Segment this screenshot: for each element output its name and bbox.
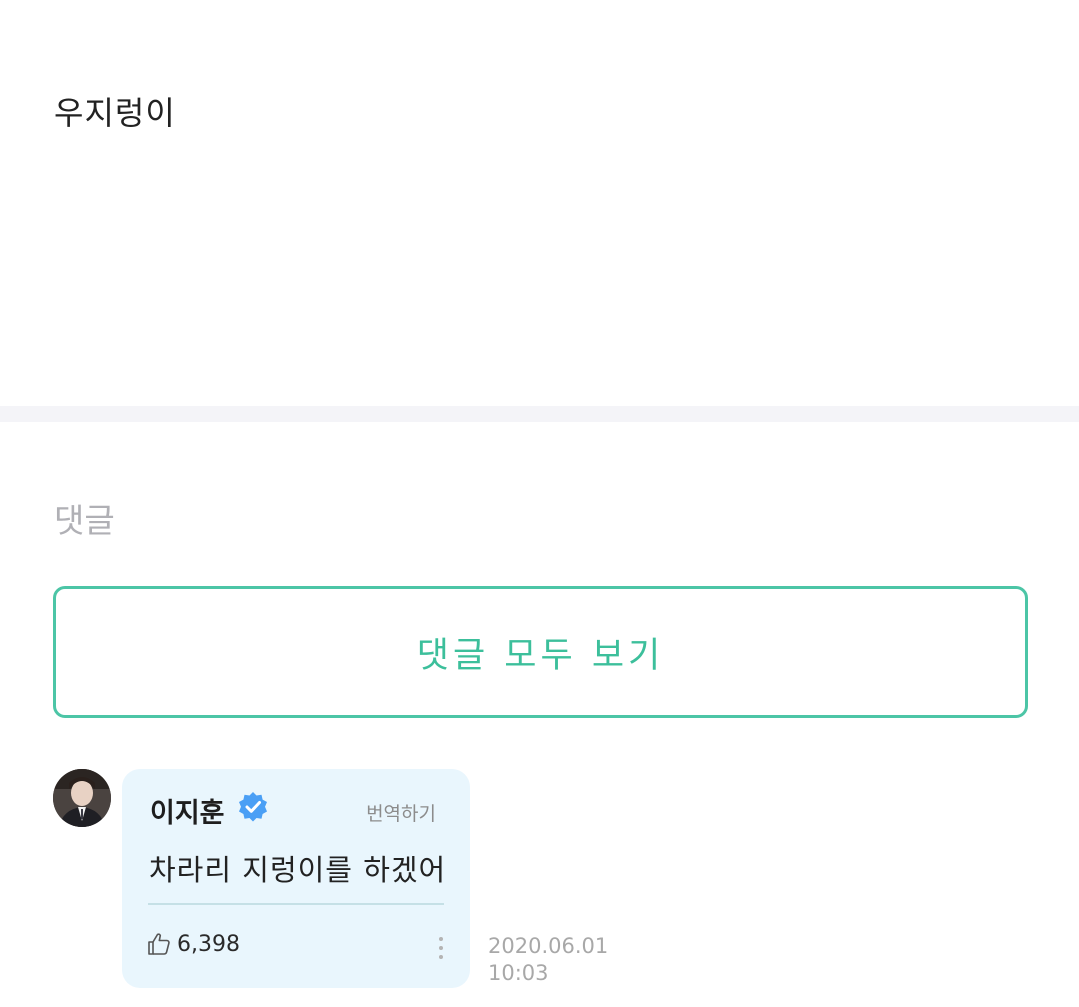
comment-date: 2020.06.01 (488, 934, 609, 958)
verified-badge-icon (239, 792, 267, 822)
thumbs-up-icon (148, 933, 170, 955)
avatar-image (53, 769, 111, 827)
post-body-text: 우지렁이 (54, 94, 176, 132)
section-divider (0, 406, 1079, 422)
like-count: 6,398 (177, 931, 240, 957)
view-all-comments-button[interactable]: 댓글 모두 보기 (53, 586, 1028, 718)
avatar[interactable] (53, 769, 111, 827)
bubble-divider (148, 903, 444, 905)
comment-bubble: 이지훈 번역하기 차라리 지렁이를 하겠어 6,398 (122, 769, 470, 988)
translate-link[interactable]: 번역하기 (366, 799, 436, 826)
comment-author-name[interactable]: 이지훈 (150, 791, 225, 830)
more-vertical-icon[interactable] (434, 935, 448, 961)
like-button[interactable]: 6,398 (146, 931, 240, 957)
comments-heading: 댓글 (54, 501, 115, 540)
comment-timestamp: 2020.06.01 10:03 (488, 933, 608, 987)
post-detail-page: 우지렁이 댓글 댓글 모두 보기 이지훈 번역하기 차라리 지렁이를 하겠어 6… (0, 0, 1079, 1007)
comment-time: 10:03 (488, 961, 549, 985)
comment-text: 차라리 지렁이를 하겠어 (149, 853, 447, 887)
